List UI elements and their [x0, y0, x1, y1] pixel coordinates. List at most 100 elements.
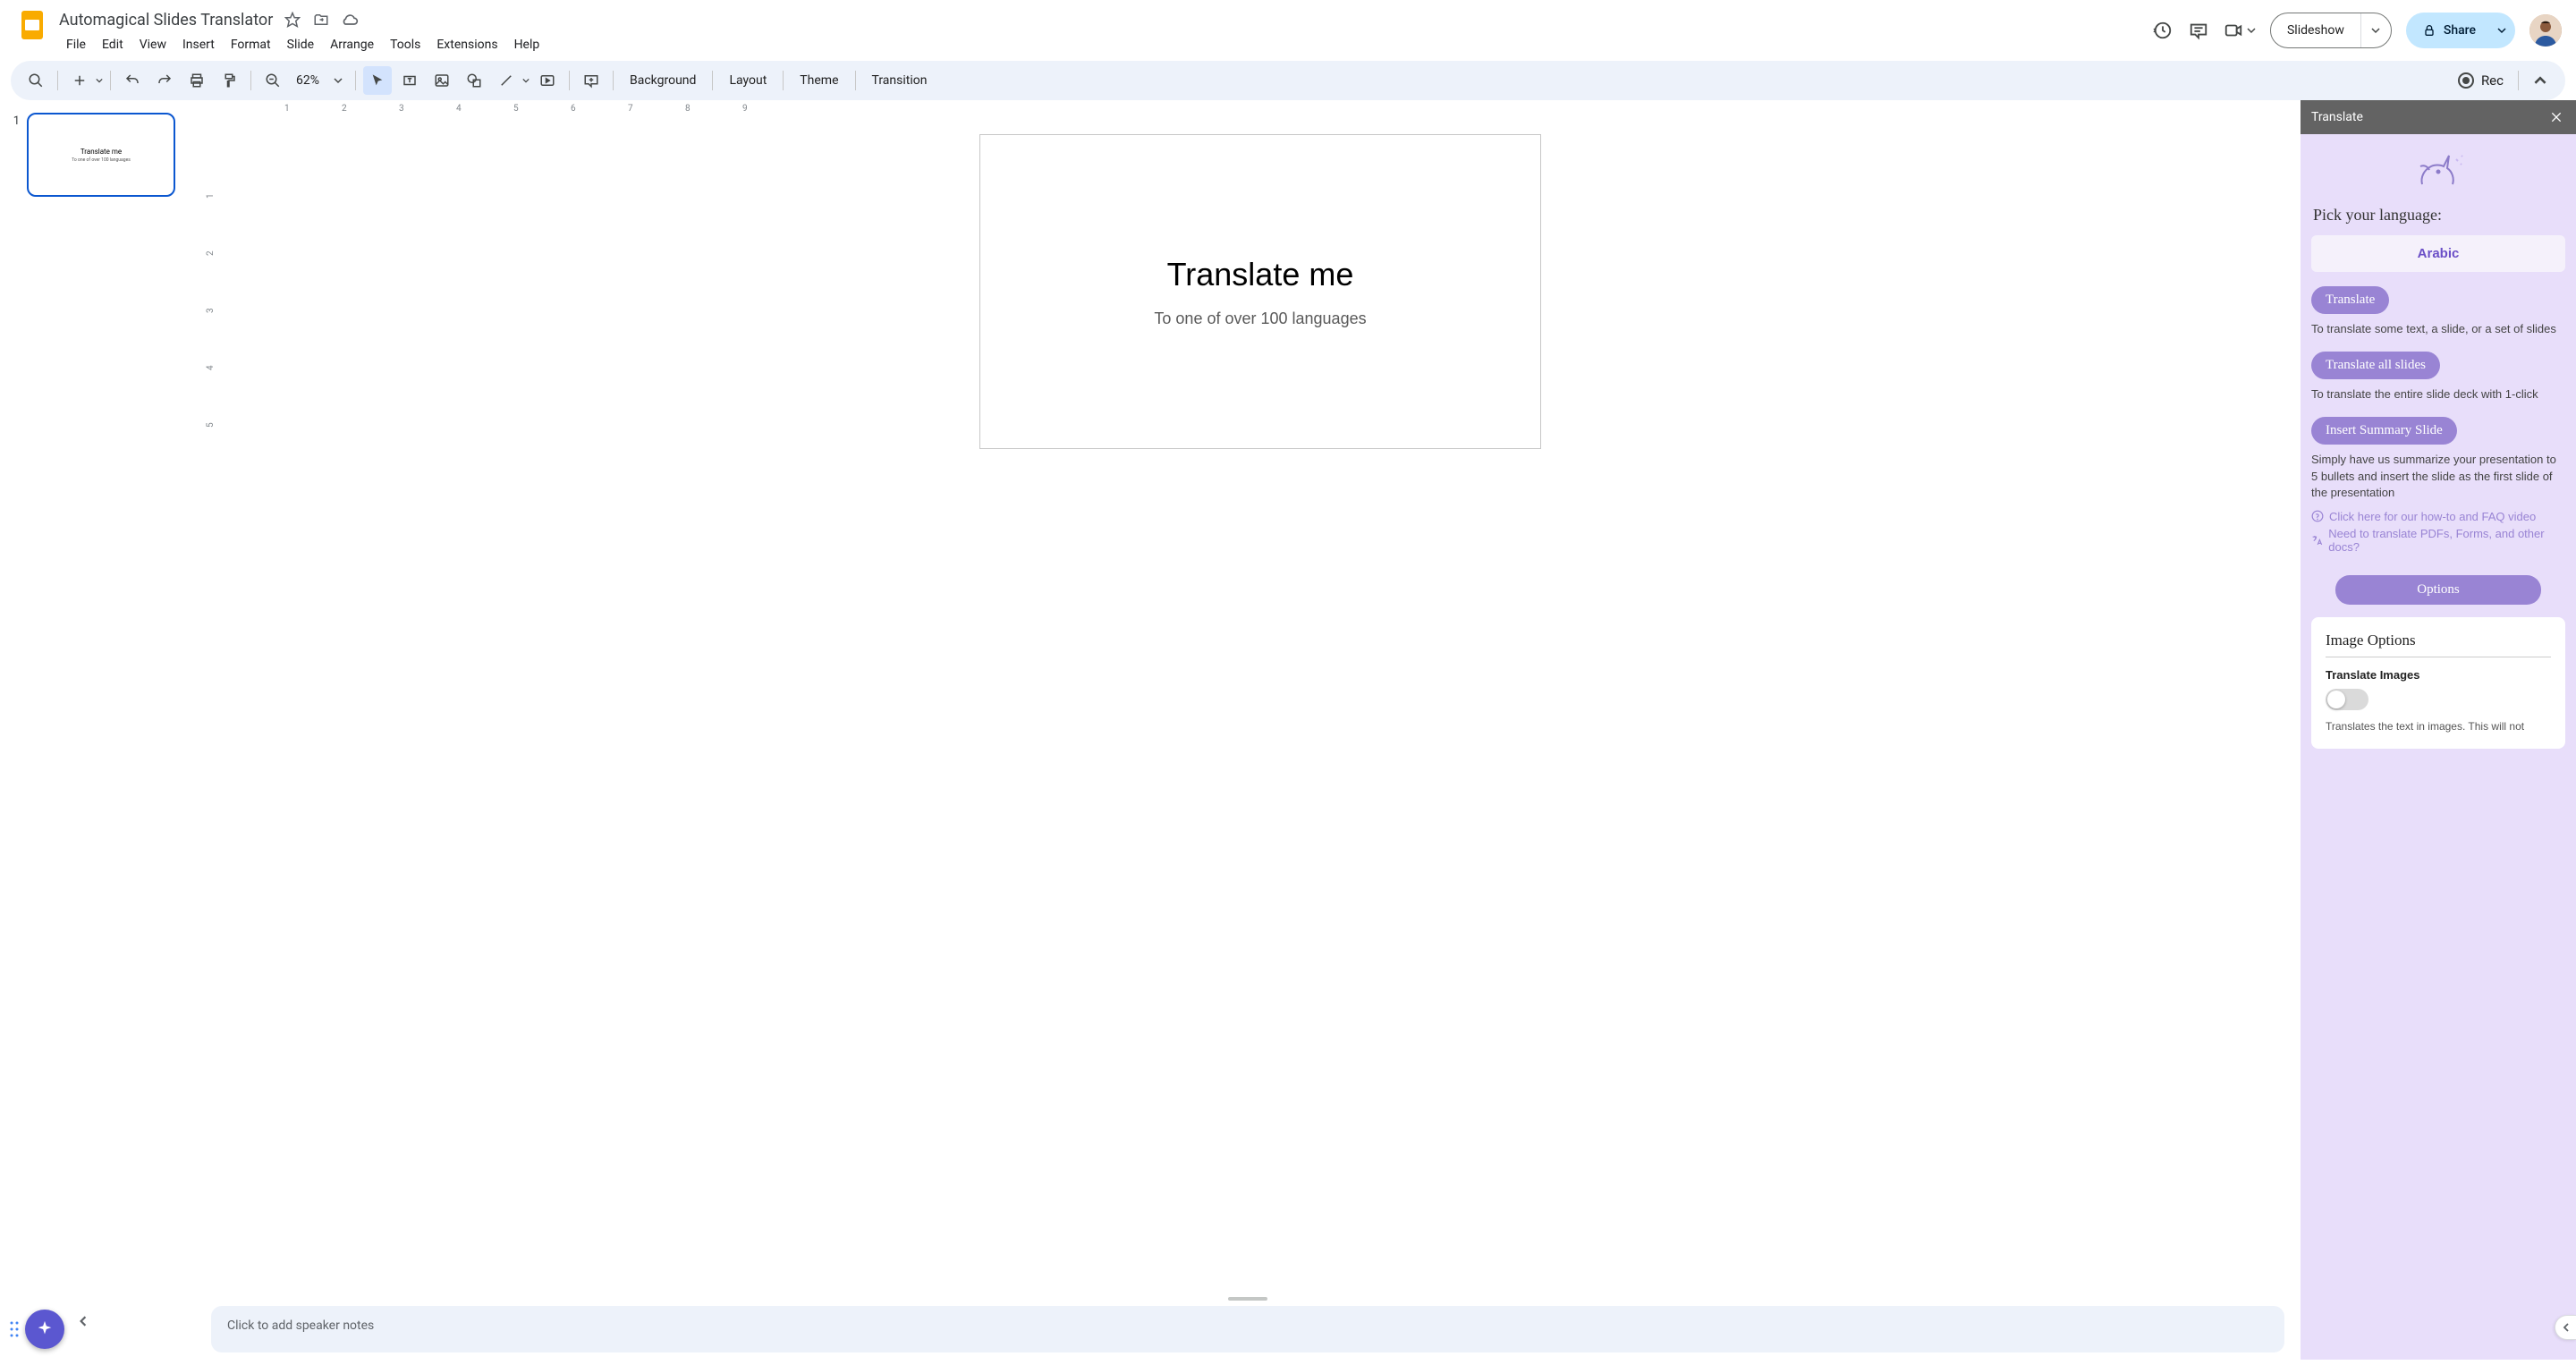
drag-handle-icon[interactable] [9, 1320, 20, 1338]
canvas-scroll[interactable]: Translate me To one of over 100 language… [220, 118, 2301, 1292]
shape-icon [460, 66, 488, 95]
record-icon [2458, 72, 2474, 89]
shape-button[interactable] [460, 66, 488, 95]
translate-images-toggle[interactable] [2326, 689, 2368, 710]
cloud-status-icon[interactable] [341, 11, 359, 29]
redo-icon[interactable] [150, 66, 179, 95]
help-icon [2311, 510, 2324, 522]
pick-language-label: Pick your language: [2313, 206, 2565, 225]
explore-area [9, 1310, 64, 1349]
slides-app-icon[interactable] [14, 7, 50, 43]
thumb-title: Translate me [80, 148, 122, 156]
menu-extensions[interactable]: Extensions [429, 34, 504, 55]
layout-button[interactable]: Layout [720, 66, 775, 95]
separator [613, 71, 614, 90]
meet-button[interactable] [2224, 21, 2256, 40]
collapse-toolbar-icon[interactable] [2526, 66, 2555, 95]
theme-button[interactable]: Theme [791, 66, 847, 95]
share-group: Share [2406, 13, 2515, 48]
faq-link[interactable]: Click here for our how-to and FAQ video [2311, 510, 2565, 523]
print-icon[interactable] [182, 66, 211, 95]
header-actions: Slideshow Share [2152, 7, 2562, 48]
zoom-level[interactable]: 62% [291, 73, 325, 88]
undo-icon[interactable] [118, 66, 147, 95]
ruler-horizontal: 1 2 3 4 5 6 7 8 9 [220, 100, 2284, 118]
caret-down-icon [522, 77, 530, 84]
document-title[interactable]: Automagical Slides Translator [59, 11, 273, 30]
slideshow-button[interactable]: Slideshow [2271, 13, 2360, 47]
record-button[interactable]: Rec [2451, 72, 2511, 89]
comments-icon[interactable] [2188, 20, 2209, 41]
menu-slide[interactable]: Slide [280, 34, 321, 55]
menu-view[interactable]: View [132, 34, 174, 55]
separator [355, 71, 356, 90]
separator [855, 71, 856, 90]
filmstrip-collapse-icon[interactable] [75, 1313, 91, 1329]
menu-bar: File Edit View Insert Format Slide Arran… [59, 34, 2143, 55]
translate-all-description: To translate the entire slide deck with … [2311, 386, 2565, 403]
share-button[interactable]: Share [2406, 13, 2488, 48]
language-selector[interactable]: Arabic [2311, 235, 2565, 272]
close-icon[interactable] [2547, 108, 2565, 126]
textbox-icon[interactable] [395, 66, 424, 95]
canvas-area: 1 2 3 4 5 6 7 8 9 1 2 3 4 5 Translate me… [195, 100, 2301, 1360]
separator [712, 71, 713, 90]
select-tool-icon[interactable] [363, 66, 392, 95]
app-header: Automagical Slides Translator File Edit … [0, 0, 2576, 55]
ruler-vertical: 1 2 3 4 5 [202, 118, 220, 1292]
speaker-notes[interactable]: Click to add speaker notes [211, 1306, 2284, 1352]
search-menus-icon[interactable] [21, 66, 50, 95]
transition-button[interactable]: Transition [863, 66, 936, 95]
star-icon[interactable] [284, 11, 301, 29]
line-button[interactable] [492, 66, 530, 95]
menu-tools[interactable]: Tools [383, 34, 428, 55]
options-header: Options [2335, 575, 2541, 605]
slide-canvas[interactable]: Translate me To one of over 100 language… [979, 134, 1541, 449]
thumb-subtitle: To one of over 100 languages [72, 157, 131, 163]
menu-arrange[interactable]: Arrange [323, 34, 381, 55]
separator [110, 71, 111, 90]
history-icon[interactable] [2152, 20, 2174, 41]
side-panel-show-icon[interactable] [2555, 1315, 2576, 1340]
share-dropdown[interactable] [2488, 13, 2515, 48]
paint-format-icon[interactable] [215, 66, 243, 95]
sidepanel-body[interactable]: Pick your language: Arabic Translate To … [2301, 134, 2576, 1360]
zoom-dropdown[interactable] [328, 66, 348, 95]
other-docs-link[interactable]: Need to translate PDFs, Forms, and other… [2311, 527, 2565, 554]
slide-title-text[interactable]: Translate me [1167, 256, 1354, 293]
slide-thumbnail[interactable]: Translate me To one of over 100 language… [27, 113, 175, 197]
unicorn-icon [2311, 147, 2565, 197]
comment-add-icon[interactable] [577, 66, 606, 95]
separator [2518, 71, 2519, 90]
summary-description: Simply have us summarize your presentati… [2311, 452, 2565, 501]
filmstrip[interactable]: 1 Translate me To one of over 100 langua… [0, 100, 195, 1360]
menu-edit[interactable]: Edit [95, 34, 131, 55]
menu-insert[interactable]: Insert [175, 34, 222, 55]
title-area: Automagical Slides Translator File Edit … [59, 7, 2143, 55]
background-button[interactable]: Background [621, 66, 705, 95]
translate-all-button[interactable]: Translate all slides [2311, 352, 2440, 379]
account-avatar[interactable] [2529, 14, 2562, 47]
image-options-card: Image Options Translate Images Translate… [2311, 617, 2565, 749]
filmstrip-item[interactable]: 1 Translate me To one of over 100 langua… [9, 113, 186, 197]
lock-icon [2422, 23, 2436, 38]
insert-summary-button[interactable]: Insert Summary Slide [2311, 417, 2457, 445]
translate-button[interactable]: Translate [2311, 286, 2389, 314]
slideshow-dropdown[interactable] [2360, 13, 2391, 47]
slide-subtitle-text[interactable]: To one of over 100 languages [1154, 309, 1366, 328]
share-label: Share [2444, 23, 2476, 38]
menu-file[interactable]: File [59, 34, 93, 55]
menu-help[interactable]: Help [507, 34, 547, 55]
notes-resize-handle[interactable] [195, 1292, 2301, 1306]
workspace: 1 Translate me To one of over 100 langua… [0, 100, 2576, 1360]
zoom-out-icon[interactable] [258, 66, 287, 95]
video-placeholder-icon[interactable] [533, 66, 562, 95]
new-slide-button[interactable] [65, 66, 103, 95]
plus-icon [65, 66, 94, 95]
addon-sidepanel: Translate Pick your language: Arabic Tra… [2301, 100, 2576, 1360]
image-icon[interactable] [428, 66, 456, 95]
sidepanel-header: Translate [2301, 100, 2576, 134]
menu-format[interactable]: Format [224, 34, 278, 55]
move-folder-icon[interactable] [312, 11, 330, 29]
explore-fab[interactable] [25, 1310, 64, 1349]
